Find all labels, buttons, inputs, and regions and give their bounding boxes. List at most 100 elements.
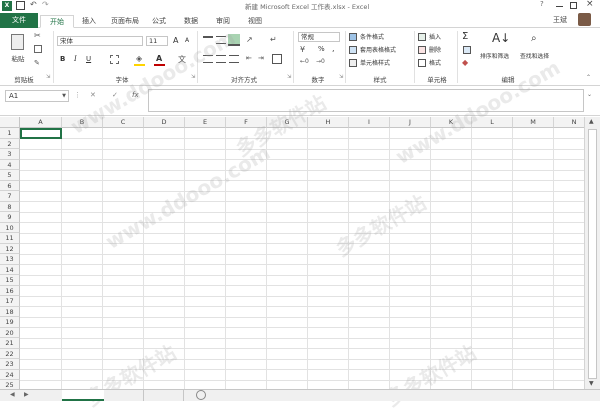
conditional-format-button[interactable]: 条件格式: [349, 32, 411, 42]
name-box-dropdown-icon[interactable]: ▼: [62, 93, 66, 99]
shrink-font-icon[interactable]: A: [185, 37, 189, 44]
bold-button[interactable]: B: [60, 55, 65, 63]
format-as-table-button[interactable]: 套用表格格式: [349, 45, 411, 55]
minimize-icon[interactable]: [556, 6, 563, 7]
cut-icon[interactable]: ✂: [34, 31, 41, 40]
comma-button[interactable]: ,: [332, 44, 335, 53]
number-format-select[interactable]: 常规: [298, 32, 340, 42]
decrease-decimal-icon[interactable]: →0: [316, 58, 325, 65]
help-icon[interactable]: ?: [540, 0, 544, 8]
close-icon[interactable]: ×: [586, 0, 594, 9]
format-painter-icon[interactable]: ✎: [34, 59, 40, 67]
fill-color-icon[interactable]: ◈: [136, 54, 142, 63]
row-header[interactable]: 19: [0, 317, 20, 328]
number-launcher-icon[interactable]: ⇲: [339, 74, 343, 80]
column-header[interactable]: I: [349, 117, 390, 128]
row-header[interactable]: 11: [0, 233, 20, 244]
save-icon[interactable]: [16, 1, 25, 10]
row-header[interactable]: 3: [0, 149, 20, 160]
clipboard-launcher-icon[interactable]: ⇲: [46, 74, 50, 80]
row-header[interactable]: 7: [0, 191, 20, 202]
cancel-icon[interactable]: ✕: [90, 91, 96, 99]
tab-data[interactable]: 数据: [180, 15, 202, 28]
column-header[interactable]: D: [144, 117, 185, 128]
sheet-tab[interactable]: [146, 390, 184, 401]
row-header[interactable]: 5: [0, 170, 20, 181]
expand-formula-bar-icon[interactable]: ⌄: [587, 91, 592, 98]
row-header[interactable]: 24: [0, 369, 20, 380]
font-launcher-icon[interactable]: ⇲: [191, 74, 195, 80]
merge-center-icon[interactable]: [272, 54, 282, 64]
tab-insert[interactable]: 插入: [76, 15, 102, 28]
copy-icon[interactable]: [34, 45, 42, 53]
tab-review[interactable]: 审阅: [210, 15, 236, 28]
select-all-corner[interactable]: [0, 117, 20, 128]
autosum-button[interactable]: Σ: [462, 31, 468, 42]
sheet-tab[interactable]: [106, 390, 144, 401]
delete-cells-button[interactable]: 删除: [418, 45, 454, 55]
font-size-select[interactable]: 11: [146, 36, 168, 46]
scroll-down-icon[interactable]: ▼: [589, 380, 594, 387]
column-header[interactable]: N: [554, 117, 584, 128]
underline-button[interactable]: U: [86, 55, 91, 63]
percent-button[interactable]: %: [318, 45, 325, 53]
format-cells-button[interactable]: 格式: [418, 58, 454, 68]
vertical-scrollbar[interactable]: ▲ ▼: [584, 117, 600, 389]
worksheet-grid[interactable]: ABCDEFGHIJKLMN 1 2 3 4 5 6 7 8 9 10 11 12 13 14 15 16 17…: [0, 117, 584, 389]
cell-styles-button[interactable]: 单元格样式: [349, 58, 411, 68]
tab-page-layout[interactable]: 页面布局: [106, 15, 144, 28]
tab-view[interactable]: 视图: [242, 15, 268, 28]
row-header[interactable]: 22: [0, 348, 20, 359]
avatar[interactable]: [578, 13, 591, 26]
row-header[interactable]: 15: [0, 275, 20, 286]
user-name[interactable]: 王斌: [553, 15, 567, 25]
scroll-up-icon[interactable]: ▲: [589, 118, 594, 125]
tab-home[interactable]: 开始: [40, 15, 74, 28]
column-header[interactable]: J: [390, 117, 431, 128]
row-header[interactable]: 1: [0, 128, 20, 139]
redo-icon[interactable]: ↷: [42, 0, 49, 9]
decrease-indent-icon[interactable]: ⇤: [246, 54, 252, 62]
column-header[interactable]: E: [185, 117, 226, 128]
row-header[interactable]: 8: [0, 201, 20, 212]
clear-icon[interactable]: ◆: [462, 58, 468, 67]
row-header[interactable]: 20: [0, 327, 20, 338]
row-header[interactable]: 13: [0, 254, 20, 265]
row-header[interactable]: 10: [0, 222, 20, 233]
fill-icon[interactable]: [463, 46, 471, 54]
collapse-ribbon-icon[interactable]: ⌃: [586, 74, 591, 81]
undo-icon[interactable]: ↶: [30, 0, 37, 9]
row-header[interactable]: 23: [0, 359, 20, 370]
italic-button[interactable]: I: [74, 55, 77, 63]
column-header[interactable]: A: [20, 117, 62, 128]
alignment-launcher-icon[interactable]: ⇲: [287, 74, 291, 80]
row-header[interactable]: 9: [0, 212, 20, 223]
row-header[interactable]: 12: [0, 243, 20, 254]
currency-icon[interactable]: ¥: [300, 45, 305, 54]
sort-filter-button[interactable]: A↓ 排序和筛选: [480, 31, 520, 71]
row-header[interactable]: 17: [0, 296, 20, 307]
tab-file[interactable]: 文件: [0, 13, 38, 28]
row-header[interactable]: 6: [0, 180, 20, 191]
insert-cells-button[interactable]: 插入: [418, 32, 454, 42]
name-box[interactable]: A1 ▼: [5, 90, 69, 102]
orientation-icon[interactable]: ↗: [246, 35, 253, 44]
increase-indent-icon[interactable]: ⇥: [258, 54, 264, 62]
restore-icon[interactable]: [570, 2, 577, 9]
row-header[interactable]: 16: [0, 285, 20, 296]
row-header[interactable]: 18: [0, 306, 20, 317]
align-right-icon[interactable]: [229, 55, 239, 63]
new-sheet-icon[interactable]: [196, 390, 206, 400]
column-header[interactable]: M: [513, 117, 554, 128]
row-header[interactable]: 14: [0, 264, 20, 275]
row-header[interactable]: 2: [0, 138, 20, 149]
increase-decimal-icon[interactable]: ←0: [300, 58, 309, 65]
grow-font-icon[interactable]: A: [173, 36, 178, 45]
wrap-text-icon[interactable]: ↵: [270, 35, 277, 44]
scroll-thumb[interactable]: [588, 129, 597, 379]
row-header[interactable]: 25: [0, 380, 20, 389]
row-header[interactable]: 4: [0, 159, 20, 170]
font-color-icon[interactable]: A: [156, 54, 162, 63]
border-icon[interactable]: [110, 55, 119, 64]
sheet-tab-active[interactable]: [62, 390, 104, 401]
